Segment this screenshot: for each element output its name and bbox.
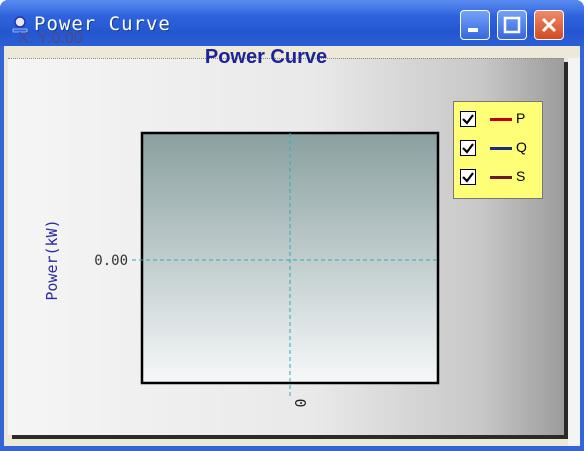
- legend-item-q[interactable]: Q: [460, 138, 540, 162]
- legend-swatch-s: [490, 176, 512, 179]
- y-axis-label: Power(kW): [43, 219, 61, 301]
- legend-item-p[interactable]: P: [460, 109, 540, 133]
- legend-label-p: P: [516, 110, 526, 126]
- x-tick-label: 0: [291, 398, 309, 407]
- legend: P Q S: [453, 101, 543, 199]
- legend-checkbox-q[interactable]: [460, 140, 476, 156]
- legend-label-s: S: [516, 168, 526, 184]
- legend-checkbox-p[interactable]: [460, 111, 476, 127]
- checkmark-icon: [462, 114, 474, 125]
- chart-title: Power Curve: [204, 46, 328, 68]
- legend-checkbox-s[interactable]: [460, 169, 476, 185]
- checkmark-icon: [462, 143, 474, 154]
- legend-label-q: Q: [516, 139, 527, 155]
- power-curve-window: Power Curve 0.00 0 X: Y:0.00 Power Curve…: [0, 0, 584, 451]
- checkmark-icon: [462, 172, 474, 183]
- legend-swatch-q: [490, 147, 512, 150]
- y-tick-label: 0.00: [94, 253, 128, 269]
- legend-swatch-p: [490, 118, 512, 121]
- legend-item-s[interactable]: S: [460, 167, 540, 191]
